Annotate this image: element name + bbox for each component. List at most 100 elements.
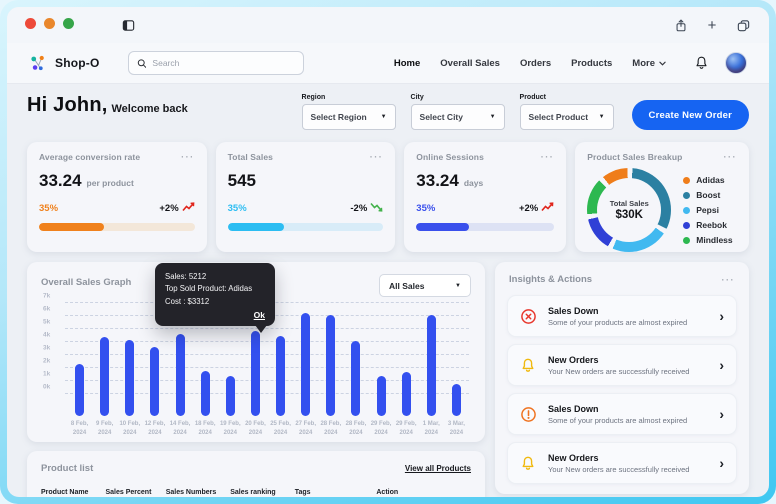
y-axis-tick: 1k <box>43 370 51 378</box>
x-axis-label: 9 Feb, 2024 <box>96 421 114 436</box>
trend-up-icon <box>182 202 195 215</box>
x-axis-label: 19 Feb, 2024 <box>219 421 241 436</box>
trend-up-icon <box>541 202 554 215</box>
search-box[interactable] <box>127 51 304 75</box>
x-axis-label: 28 Feb, 2024 <box>320 421 342 436</box>
bar-3-mar-2024[interactable] <box>451 384 461 416</box>
x-axis-label: 12 Feb, 2024 <box>144 421 166 436</box>
insight-item-new-orders[interactable]: New Orders Your New orders are successful… <box>507 344 737 386</box>
progress-track <box>416 223 555 231</box>
card-menu-icon[interactable]: ··· <box>181 152 195 162</box>
browser-titlebar: + <box>7 7 769 43</box>
all-sales-dropdown[interactable]: All Sales ▼ <box>379 274 471 297</box>
circle-exclaim-icon <box>520 406 537 423</box>
bar-10-feb-2024[interactable] <box>125 340 135 416</box>
card-menu-icon[interactable]: ··· <box>541 152 555 162</box>
x-axis-label: 3 Mar, 2024 <box>447 421 465 436</box>
x-axis-label: 20 Feb, 2024 <box>245 421 266 436</box>
bar-19-feb-2024[interactable] <box>225 375 235 416</box>
card-menu-icon[interactable]: ··· <box>724 152 738 162</box>
chevron-right-icon: › <box>719 308 724 324</box>
window-frame: + Shop-O HomeOv <box>0 0 776 504</box>
bar-28-feb-2024[interactable] <box>351 341 361 416</box>
insight-item-sales-down[interactable]: Sales Down Some of your products are almo… <box>507 393 737 435</box>
insights-actions-card: Insights & Actions ··· Sales Down Some of… <box>495 262 749 494</box>
notifications-bell-icon[interactable] <box>694 55 709 71</box>
view-all-products-link[interactable]: View all Products <box>405 464 471 473</box>
bar-14-feb-2024[interactable] <box>175 333 185 416</box>
delta-with-trend: +2% <box>519 202 554 215</box>
delta-with-trend: -2% <box>350 202 383 215</box>
brand-name: Shop-O <box>55 56 100 70</box>
chevron-down-icon <box>659 58 666 69</box>
filters: Region Select Region ▼ City Select City ▼ Prod… <box>301 94 614 130</box>
legend-item-mindless: Mindless <box>683 235 733 245</box>
bar-9-feb-2024[interactable] <box>100 336 110 416</box>
select-product[interactable]: Select Product ▼ <box>519 104 614 130</box>
traffic-light-minimize[interactable] <box>44 18 55 29</box>
nav-item-home[interactable]: Home <box>394 58 420 69</box>
donut-legend: Adidas Boost Pepsi Reebok Mindless <box>683 175 733 245</box>
card-menu-icon[interactable]: ··· <box>722 275 736 285</box>
progress-track <box>39 223 195 231</box>
card-title: Product Sales Breakup <box>587 152 683 162</box>
traffic-light-zoom[interactable] <box>63 18 74 29</box>
sidebar-toggle-icon[interactable] <box>120 17 136 33</box>
chevron-down-icon: ▼ <box>455 282 461 289</box>
search-input[interactable] <box>152 58 295 68</box>
traffic-light-close[interactable] <box>25 18 36 29</box>
bar-28-feb-2024[interactable] <box>326 314 336 416</box>
bar-25-feb-2024[interactable] <box>276 335 286 416</box>
insight-item-new-orders[interactable]: New Orders Your New orders are successful… <box>507 442 737 484</box>
legend-dot <box>683 221 691 229</box>
x-axis-label: 25 Feb, 2024 <box>270 421 291 436</box>
new-tab-plus-icon[interactable]: + <box>704 17 720 33</box>
y-axis-tick: 5k <box>43 318 51 326</box>
tooltip-line: Top Sold Product: Adidas <box>165 284 253 294</box>
search-icon <box>137 58 146 68</box>
x-axis-label: 28 Feb, 2024 <box>345 421 367 436</box>
nav-item-more[interactable]: More <box>632 58 666 69</box>
stat-cards-row: Average conversion rate ··· 33.24 per produ… <box>27 142 749 252</box>
app-window: + Shop-O HomeOv <box>7 7 769 497</box>
brand[interactable]: Shop-O <box>29 54 100 73</box>
filter-city: City Select City ▼ <box>410 94 505 130</box>
x-axis-label: 8 Feb, 2024 <box>70 421 89 436</box>
filter-product: Product Select Product ▼ <box>519 94 614 130</box>
y-axis-tick: 2k <box>43 357 51 365</box>
progress-track <box>227 223 384 231</box>
chevron-right-icon: › <box>719 455 724 471</box>
bar-8-feb-2024[interactable] <box>75 364 85 416</box>
product-list-columns: Product Name Sales Percent Sales Numbers Sa… <box>41 489 471 496</box>
donut-chart: Total Sales $30K <box>587 168 672 252</box>
legend-item-reebok: Reebok <box>683 220 732 230</box>
tab-overview-icon[interactable] <box>735 17 751 33</box>
y-axis-tick: 3k <box>43 344 51 352</box>
user-avatar[interactable] <box>725 52 747 74</box>
x-axis-label: 29 Feb, 2024 <box>370 421 392 436</box>
tooltip-ok-button[interactable]: Ok <box>165 310 265 320</box>
app-header: Shop-O Home Overall Sales Orders Products Mo… <box>7 43 769 84</box>
nav-item-overall-sales[interactable]: Overall Sales <box>440 58 500 69</box>
bar-29-feb-2024[interactable] <box>401 371 411 416</box>
share-icon[interactable] <box>673 17 689 33</box>
select-region[interactable]: Select Region ▼ <box>301 104 396 130</box>
bar-1-mar-2024[interactable] <box>426 314 436 416</box>
card-menu-icon[interactable]: ··· <box>370 152 384 162</box>
bar-20-feb-2024[interactable] <box>250 330 260 416</box>
nav-item-orders[interactable]: Orders <box>520 58 551 69</box>
bar-27-feb-2024[interactable] <box>301 313 311 416</box>
tooltip-line: Cost : $3312 <box>165 296 210 306</box>
nav-item-products[interactable]: Products <box>571 58 612 69</box>
insight-item-sales-down[interactable]: Sales Down Some of your products are almo… <box>507 295 737 337</box>
bar-29-feb-2024[interactable] <box>376 375 386 416</box>
greeting-title: Hi John, <box>27 94 108 116</box>
y-axis-tick: 4k <box>43 331 51 339</box>
y-axis-tick: 0k <box>43 383 51 391</box>
create-new-order-button[interactable]: Create New Order <box>631 100 749 130</box>
bar-18-feb-2024[interactable] <box>200 371 210 416</box>
select-city[interactable]: Select City ▼ <box>410 104 505 130</box>
bar-12-feb-2024[interactable] <box>150 347 160 416</box>
tooltip-arrow <box>255 325 267 334</box>
x-axis-label: 29 Feb, 2024 <box>395 421 417 436</box>
